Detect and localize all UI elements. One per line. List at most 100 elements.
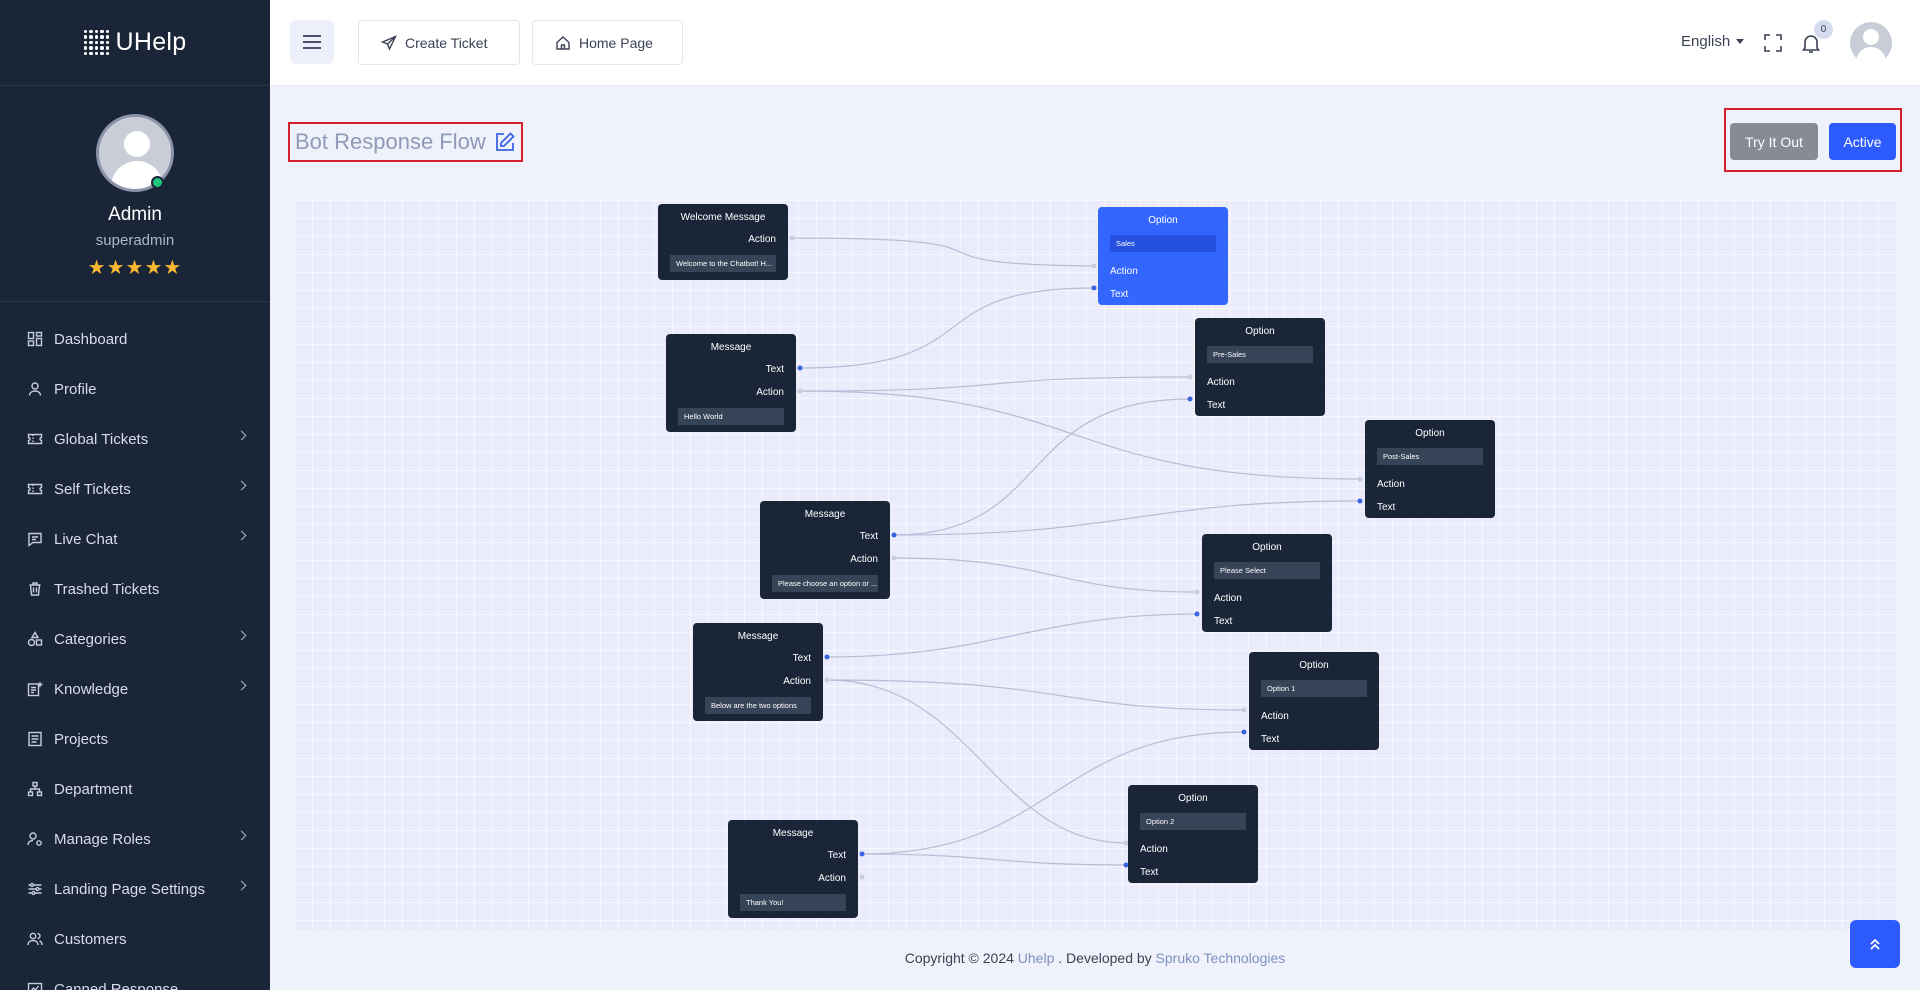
sidebar-item-trashed-tickets[interactable]: Trashed Tickets: [0, 564, 270, 614]
sidebar-item-global-tickets[interactable]: Global Tickets: [0, 414, 270, 464]
roles-icon: [26, 830, 44, 848]
node-port-label[interactable]: Action: [760, 548, 890, 571]
node-title: Message: [710, 342, 752, 353]
node-message-field[interactable]: Welcome to the Chatbot! H...: [670, 255, 776, 272]
node-port-label[interactable]: Action: [1128, 838, 1258, 861]
node-message-field[interactable]: Thank You!: [740, 894, 846, 911]
active-button[interactable]: Active: [1829, 123, 1896, 160]
customers-icon: [26, 930, 44, 948]
try-it-out-button[interactable]: Try It Out: [1730, 123, 1818, 160]
footer-brand-link[interactable]: Uhelp: [1018, 950, 1055, 966]
node-option-field[interactable]: Option 2: [1140, 813, 1246, 830]
online-status-dot: [151, 176, 164, 189]
language-select[interactable]: English: [1681, 33, 1745, 50]
flow-node-option[interactable]: Option Post-Sales Action Text: [1365, 420, 1495, 518]
node-title: Option: [1415, 428, 1445, 439]
node-port-label[interactable]: Text: [1202, 610, 1332, 633]
rating-stars: ★★★★★: [87, 257, 183, 279]
node-port-label[interactable]: Text: [728, 844, 858, 867]
node-port-label[interactable]: Action: [1098, 260, 1228, 283]
connection-line: [893, 398, 1191, 536]
flow-canvas[interactable]: Welcome Message Action Welcome to the Ch…: [294, 200, 1896, 930]
node-port-label[interactable]: Text: [1128, 861, 1258, 884]
node-port-label[interactable]: Text: [760, 525, 890, 548]
user-avatar[interactable]: [1850, 22, 1892, 64]
create-ticket-button[interactable]: Create Ticket: [358, 20, 520, 65]
fullscreen-icon[interactable]: [1763, 33, 1783, 53]
sidebar-item-department[interactable]: Department: [0, 764, 270, 814]
flow-node-message[interactable]: Message Text Action Please choose an opt…: [760, 501, 890, 599]
flow-node-option[interactable]: Option Option 2 Action Text: [1128, 785, 1258, 883]
flow-node-message[interactable]: Message Text Action Below are the two op…: [693, 623, 823, 721]
notification-badge: 0: [1814, 20, 1833, 39]
flow-node-message[interactable]: Message Text Action Hello World: [666, 334, 796, 432]
node-message-field[interactable]: Below are the two options: [705, 697, 811, 714]
connection-line: [893, 500, 1361, 536]
sidebar-item-landing-page-settings[interactable]: Landing Page Settings: [0, 864, 270, 914]
sidebar-item-manage-roles[interactable]: Manage Roles: [0, 814, 270, 864]
node-port-label[interactable]: Action: [1195, 371, 1325, 394]
connection-line: [799, 287, 1095, 369]
node-port-label[interactable]: Action: [728, 867, 858, 890]
node-port-label[interactable]: Text: [666, 358, 796, 381]
node-port-label[interactable]: Action: [693, 670, 823, 693]
chevron-right-icon: [236, 430, 247, 441]
home-icon: [556, 35, 570, 50]
node-port-label[interactable]: Text: [1365, 496, 1495, 519]
footer-developed-by: . Developed by: [1054, 950, 1156, 966]
sidebar-item-label: Customers: [54, 930, 127, 948]
node-port-label[interactable]: Action: [666, 381, 796, 404]
chevron-right-icon: [236, 630, 247, 641]
flow-node-message[interactable]: Message Text Action Thank You!: [728, 820, 858, 918]
sidebar-item-label: Canned Response: [54, 980, 179, 990]
home-page-button[interactable]: Home Page: [532, 20, 683, 65]
node-port-label[interactable]: Action: [1202, 587, 1332, 610]
flow-node-option[interactable]: Option Option 1 Action Text: [1249, 652, 1379, 750]
sidebar-item-label: Global Tickets: [54, 430, 149, 448]
flow-connections: [789, 235, 1363, 880]
node-message-field[interactable]: Hello World: [678, 408, 784, 425]
node-message-field[interactable]: Please choose an option or ...: [772, 575, 878, 592]
sidebar-item-knowledge[interactable]: Knowledge: [0, 664, 270, 714]
node-port-label[interactable]: Text: [693, 647, 823, 670]
node-option-field[interactable]: Pre-Sales: [1207, 346, 1313, 363]
sidebar-menu: Dashboard Profile Global Tickets Self Ti…: [0, 302, 270, 990]
node-port-label[interactable]: Action: [658, 228, 788, 251]
node-port-label[interactable]: Action: [1365, 473, 1495, 496]
menu-toggle-button[interactable]: [290, 20, 334, 64]
scroll-to-top-button[interactable]: [1850, 920, 1900, 968]
sidebar-item-canned-response[interactable]: Canned Response: [0, 964, 270, 990]
projects-icon: [26, 730, 44, 748]
sidebar-item-categories[interactable]: Categories: [0, 614, 270, 664]
page-title: Bot Response Flow: [295, 129, 486, 154]
sidebar-item-dashboard[interactable]: Dashboard: [0, 314, 270, 364]
node-port-label[interactable]: Text: [1195, 394, 1325, 417]
flow-node-option-selected[interactable]: Option Sales Action Text: [1098, 207, 1228, 305]
brand-logo[interactable]: UHelp: [0, 0, 270, 86]
sidebar-item-self-tickets[interactable]: Self Tickets: [0, 464, 270, 514]
sidebar-item-label: Department: [54, 780, 133, 798]
sidebar-item-projects[interactable]: Projects: [0, 714, 270, 764]
node-option-field[interactable]: Post-Sales: [1377, 448, 1483, 465]
edit-icon[interactable]: [494, 131, 516, 153]
footer-developer-link[interactable]: Spruko Technologies: [1156, 950, 1286, 966]
sidebar-item-customers[interactable]: Customers: [0, 914, 270, 964]
hamburger-icon: [303, 35, 321, 37]
node-option-field[interactable]: Option 1: [1261, 680, 1367, 697]
node-port-label[interactable]: Text: [1249, 728, 1379, 751]
flow-node-welcome-message[interactable]: Welcome Message Action Welcome to the Ch…: [658, 204, 788, 280]
flow-node-option[interactable]: Option Pre-Sales Action Text: [1195, 318, 1325, 416]
sidebar-item-label: Landing Page Settings: [54, 880, 205, 898]
node-port-label[interactable]: Action: [1249, 705, 1379, 728]
chevron-right-icon: [236, 680, 247, 691]
node-option-field[interactable]: Please Select: [1214, 562, 1320, 579]
sidebar-profile: Admin superadmin ★★★★★: [0, 86, 270, 302]
flow-node-option[interactable]: Option Please Select Action Text: [1202, 534, 1332, 632]
node-title: Option: [1148, 215, 1178, 226]
connection-line: [791, 237, 1095, 267]
sidebar-item-live-chat[interactable]: Live Chat: [0, 514, 270, 564]
user-icon: [26, 380, 44, 398]
node-port-label[interactable]: Text: [1098, 283, 1228, 306]
node-option-field[interactable]: Sales: [1110, 235, 1216, 252]
sidebar-item-profile[interactable]: Profile: [0, 364, 270, 414]
